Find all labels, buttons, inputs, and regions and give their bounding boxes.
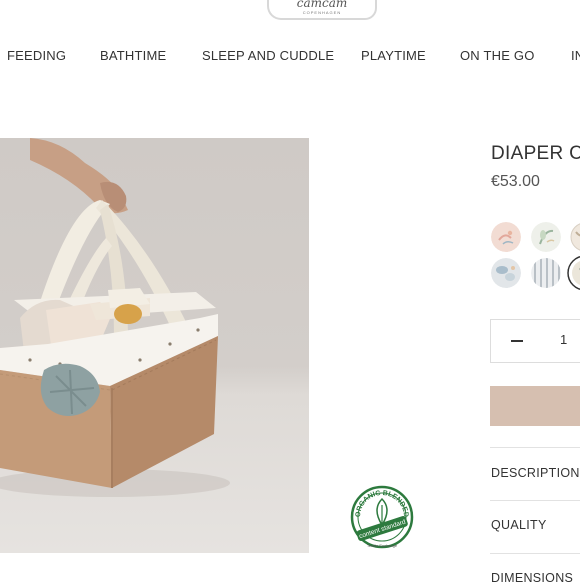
brand-logo[interactable]: camcam COPENHAGEN bbox=[267, 0, 377, 20]
swatch-selected-cream[interactable] bbox=[567, 255, 580, 291]
nav-item-playtime[interactable]: PLAYTIME bbox=[361, 48, 426, 63]
certification-leaf-icon: ORGANIC BLENDED content standard Textile… bbox=[350, 485, 414, 549]
decrease-quantity-button[interactable] bbox=[511, 340, 523, 342]
accordion-divider bbox=[490, 500, 580, 501]
nav-item-in-truncated[interactable]: IN bbox=[571, 48, 580, 63]
accordion-dimensions[interactable]: DIMENSIONS bbox=[491, 571, 573, 585]
swatch-green-leaves-icon bbox=[531, 222, 561, 252]
swatch-blue-pattern[interactable] bbox=[491, 258, 521, 288]
product-title: DIAPER CA bbox=[491, 143, 580, 165]
quantity-value[interactable]: 1 bbox=[560, 332, 567, 347]
nav-item-on-the-go[interactable]: ON THE GO bbox=[460, 48, 535, 63]
swatch-grey-stripes-icon bbox=[531, 258, 561, 288]
organic-blended-badge: ORGANIC BLENDED content standard Textile… bbox=[350, 485, 414, 549]
nav-item-bathtime[interactable]: BATHTIME bbox=[100, 48, 166, 63]
product-price: €53.00 bbox=[491, 173, 540, 191]
logo-brand-text: camcam bbox=[269, 0, 375, 8]
nav-item-sleep-and-cuddle[interactable]: SLEEP AND CUDDLE bbox=[202, 48, 334, 63]
swatch-beige-partial-icon bbox=[570, 222, 580, 252]
product-image[interactable] bbox=[0, 138, 309, 553]
accordion-quality[interactable]: QUALITY bbox=[491, 518, 547, 532]
nav-item-feeding[interactable]: FEEDING bbox=[7, 48, 66, 63]
swatch-beige-partial[interactable] bbox=[570, 222, 580, 252]
accordion-divider bbox=[490, 553, 580, 554]
quantity-stepper: 1 bbox=[490, 319, 580, 363]
accordion-description[interactable]: DESCRIPTION bbox=[491, 466, 580, 480]
swatch-pink-floral-icon bbox=[491, 222, 521, 252]
swatch-blue-pattern-icon bbox=[491, 258, 521, 288]
badge-sub-text: Textile Exchange bbox=[367, 543, 398, 548]
main-navigation: FEEDING BATHTIME SLEEP AND CUDDLE PLAYTI… bbox=[0, 48, 580, 66]
swatch-grey-stripes[interactable] bbox=[531, 258, 561, 288]
swatch-green-leaves[interactable] bbox=[531, 222, 561, 252]
swatch-pink-floral[interactable] bbox=[491, 222, 521, 252]
accordion-divider bbox=[490, 447, 580, 448]
product-illustration bbox=[0, 138, 309, 553]
logo-sub-text: COPENHAGEN bbox=[269, 10, 375, 15]
swatch-selected-cream-icon bbox=[567, 255, 580, 291]
add-to-cart-button[interactable] bbox=[490, 386, 580, 426]
